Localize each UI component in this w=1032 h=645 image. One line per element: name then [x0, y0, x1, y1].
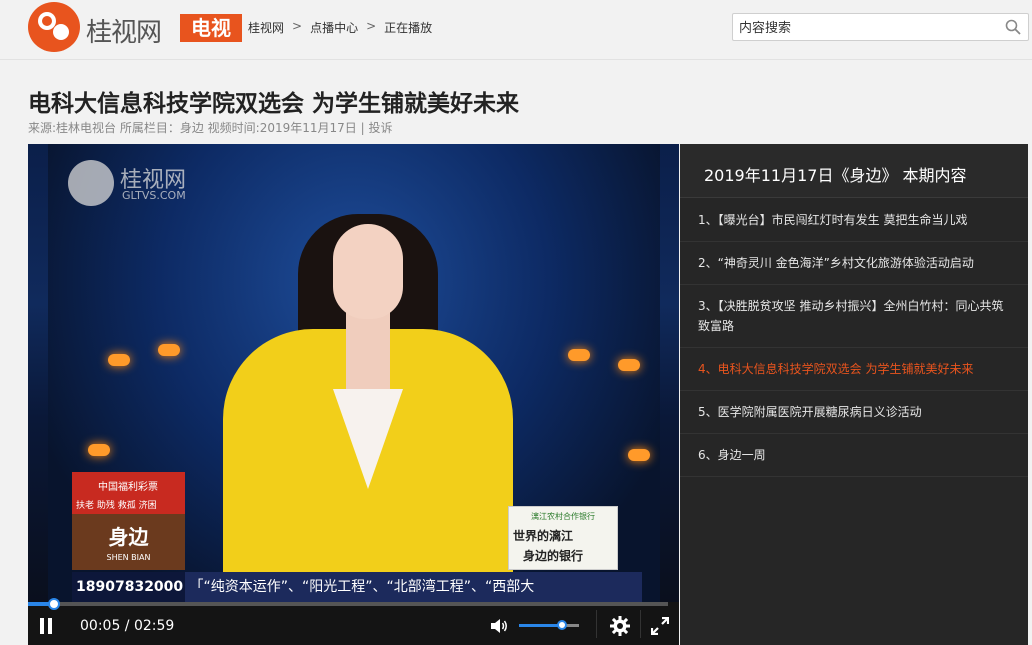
breadcrumb-item-current: 正在播放	[384, 21, 433, 35]
watermark-url: GLTVS.COM	[122, 189, 186, 202]
lottery-ad: 中国福利彩票 扶老 助残 救孤 济困 身边 SHEN BIAN	[72, 472, 185, 570]
logo-badge: 电视	[180, 14, 242, 42]
gear-icon[interactable]	[610, 616, 630, 636]
ticker-phone: 18907832000	[72, 572, 185, 602]
ticker-text: 「“纯资本运作”、“阳光工程”、“北部湾工程”、“西部大	[189, 579, 535, 595]
breadcrumb: 桂视网 > 点播中心 > 正在播放	[248, 19, 432, 36]
top-bar: 桂视网 电视 桂视网 > 点播中心 > 正在播放	[0, 0, 1032, 60]
volume-icon[interactable]	[491, 618, 509, 634]
episode-playlist: 2019年11月17日《身边》 本期内容 1、【曝光台】市民闯红灯时有发生 莫把…	[680, 144, 1028, 645]
bank-name: 漓江农村合作银行	[531, 512, 595, 521]
lottery-slogan: 扶老 助残 救孤 济困	[76, 501, 157, 511]
progress-handle[interactable]	[47, 598, 60, 610]
search-box	[732, 13, 1029, 41]
program-pinyin: SHEN BIAN	[106, 553, 151, 562]
video-meta: 来源:桂林电视台 所属栏目：身边 视频时间:2019年11月17日 | 投诉	[28, 121, 393, 135]
fullscreen-icon[interactable]	[651, 617, 669, 635]
progress-bar[interactable]	[28, 598, 668, 610]
current-time: 00:05	[80, 618, 121, 634]
video-frame[interactable]: 桂视网 GLTVS.COM 中国福利彩票 扶老 助残 救孤 济困 身边 SHEN…	[28, 144, 679, 602]
control-divider	[596, 610, 597, 638]
site-logo[interactable]: 桂视网 电视	[28, 2, 243, 52]
bank-ad: 漓江农村合作银行 世界的漓江 身边的银行	[508, 506, 618, 570]
volume-handle[interactable]	[557, 620, 568, 630]
volume-fill	[519, 624, 563, 627]
playlist-header: 2019年11月17日《身边》 本期内容	[680, 144, 1028, 198]
bank-slogan-line2: 身边的银行	[523, 549, 584, 563]
video-player: 桂视网 GLTVS.COM 中国福利彩票 扶老 助残 救孤 济困 身边 SHEN…	[28, 144, 679, 645]
playlist-title: 2019年11月17日《身边》 本期内容	[704, 166, 967, 185]
news-anchor-neck	[346, 309, 390, 399]
page-title: 电科大信息科技学院双选会 为学生铺就美好未来	[28, 91, 520, 117]
breadcrumb-item-vod[interactable]: 点播中心	[310, 19, 358, 36]
watermark-logo-icon	[68, 160, 114, 206]
duration: 02:59	[133, 618, 175, 634]
breadcrumb-item-home[interactable]: 桂视网	[248, 19, 284, 36]
breadcrumb-separator: >	[292, 19, 303, 33]
playlist-item[interactable]: 6、身边一周	[680, 434, 1028, 477]
playlist-item[interactable]: 5、医学院附属医院开展糖尿病日义诊活动	[680, 391, 1028, 434]
playlist-item-active[interactable]: 4、电科大信息科技学院双选会 为学生铺就美好未来	[680, 348, 1028, 391]
pause-icon[interactable]	[40, 618, 52, 634]
breadcrumb-separator: >	[366, 19, 377, 33]
bank-slogan-line1: 世界的漓江	[513, 529, 574, 543]
channel-watermark: 桂视网 GLTVS.COM	[68, 160, 213, 206]
logo-text: 桂视网	[86, 18, 162, 48]
playlist-items: 1、【曝光台】市民闯红灯时有发生 莫把生命当儿戏 2、“神奇灵川 金色海洋”乡村…	[680, 199, 1028, 477]
player-controls: 00:05 / 02:59	[28, 598, 679, 645]
lottery-brand: 中国福利彩票	[98, 482, 158, 493]
program-logo: 身边 SHEN BIAN	[72, 514, 185, 570]
program-name: 身边	[108, 525, 149, 549]
volume-slider[interactable]	[519, 620, 579, 630]
logo-emblem-icon	[28, 2, 80, 52]
news-ticker: 18907832000 「“纯资本运作”、“阳光工程”、“北部湾工程”、“西部大	[72, 572, 642, 602]
control-divider	[640, 610, 641, 638]
search-input[interactable]	[739, 18, 999, 38]
search-icon[interactable]	[1005, 19, 1021, 35]
playlist-item[interactable]: 2、“神奇灵川 金色海洋”乡村文化旅游体验活动启动	[680, 242, 1028, 285]
playlist-item[interactable]: 3、【决胜脱贫攻坚 推动乡村振兴】全州白竹村：同心共筑致富路	[680, 285, 1028, 348]
news-anchor-face	[333, 224, 403, 319]
time-separator: /	[120, 618, 134, 634]
playlist-item[interactable]: 1、【曝光台】市民闯红灯时有发生 莫把生命当儿戏	[680, 199, 1028, 242]
time-display: 00:05 / 02:59	[80, 618, 174, 634]
